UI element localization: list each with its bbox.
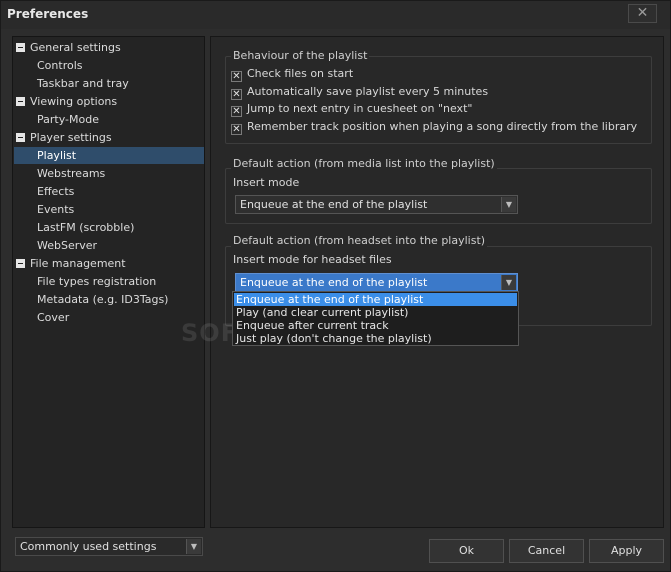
tree-item-viewing-options[interactable]: Viewing options bbox=[16, 93, 117, 110]
dropdown-option[interactable]: Enqueue at the end of the playlist bbox=[234, 293, 517, 306]
tree-item-file-types-registration[interactable]: File types registration bbox=[37, 273, 156, 290]
tree-item-lastfm[interactable]: LastFM (scrobble) bbox=[37, 219, 134, 236]
headset-mode-dropdown-list: Enqueue at the end of the playlist Play … bbox=[232, 291, 519, 346]
tree-item-metadata[interactable]: Metadata (e.g. ID3Tags) bbox=[37, 291, 168, 308]
tree-item-controls[interactable]: Controls bbox=[37, 57, 83, 74]
x-check-icon[interactable]: ✕ bbox=[231, 124, 242, 135]
title-bar: Preferences ✕ bbox=[1, 1, 670, 29]
tree-item-file-management[interactable]: File management bbox=[16, 255, 126, 272]
x-check-icon[interactable]: ✕ bbox=[231, 106, 242, 117]
media-action-group-title: Default action (from media list into the… bbox=[231, 157, 497, 170]
tree-item-player-settings[interactable]: Player settings bbox=[16, 129, 112, 146]
headset-insert-mode-select[interactable]: Enqueue at the end of the playlist ▼ bbox=[235, 273, 518, 292]
window-title: Preferences bbox=[7, 7, 89, 21]
tree-item-webserver[interactable]: WebServer bbox=[37, 237, 97, 254]
minus-box-icon[interactable] bbox=[16, 259, 25, 268]
behaviour-group-title: Behaviour of the playlist bbox=[231, 49, 370, 62]
ok-button[interactable]: Ok bbox=[429, 539, 504, 563]
tree-item-events[interactable]: Events bbox=[37, 201, 74, 218]
settings-tree: General settings Controls Taskbar and tr… bbox=[12, 36, 205, 528]
remember-track-position-row[interactable]: ✕ Remember track position when playing a … bbox=[231, 119, 637, 135]
insert-mode-select[interactable]: Enqueue at the end of the playlist ▼ bbox=[235, 195, 518, 214]
minus-box-icon[interactable] bbox=[16, 133, 25, 142]
tree-item-cover[interactable]: Cover bbox=[37, 309, 69, 326]
jump-cuesheet-row[interactable]: ✕ Jump to next entry in cuesheet on "next… bbox=[231, 101, 472, 117]
headset-action-group-title: Default action (from headset into the pl… bbox=[231, 234, 488, 247]
chevron-down-icon[interactable]: ▼ bbox=[186, 539, 201, 554]
tree-item-playlist[interactable]: Playlist bbox=[14, 147, 204, 164]
preferences-window: Preferences ✕ General settings Controls … bbox=[0, 0, 671, 572]
dropdown-option[interactable]: Just play (don't change the playlist) bbox=[234, 332, 517, 345]
tree-item-party-mode[interactable]: Party-Mode bbox=[37, 111, 99, 128]
minus-box-icon[interactable] bbox=[16, 43, 25, 52]
minus-box-icon[interactable] bbox=[16, 97, 25, 106]
insert-mode-label: Insert mode bbox=[233, 176, 300, 189]
tree-item-effects[interactable]: Effects bbox=[37, 183, 74, 200]
check-files-on-start-row[interactable]: ✕ Check files on start bbox=[231, 66, 353, 82]
headset-insert-mode-label: Insert mode for headset files bbox=[233, 253, 392, 266]
dropdown-option[interactable]: Enqueue after current track bbox=[234, 319, 517, 332]
commonly-used-settings-select[interactable]: Commonly used settings ▼ bbox=[15, 537, 203, 556]
tree-item-webstreams[interactable]: Webstreams bbox=[37, 165, 105, 182]
close-button[interactable]: ✕ bbox=[628, 4, 657, 23]
x-check-icon[interactable]: ✕ bbox=[231, 89, 242, 100]
dropdown-option[interactable]: Play (and clear current playlist) bbox=[234, 306, 517, 319]
settings-panel: Behaviour of the playlist ✕ Check files o… bbox=[210, 36, 664, 528]
tree-item-general-settings[interactable]: General settings bbox=[16, 39, 121, 56]
close-icon: ✕ bbox=[636, 5, 649, 21]
tree-item-taskbar-and-tray[interactable]: Taskbar and tray bbox=[37, 75, 129, 92]
chevron-down-icon[interactable]: ▼ bbox=[501, 197, 516, 212]
apply-button[interactable]: Apply bbox=[589, 539, 664, 563]
x-check-icon[interactable]: ✕ bbox=[231, 71, 242, 82]
cancel-button[interactable]: Cancel bbox=[509, 539, 584, 563]
chevron-down-icon[interactable]: ▼ bbox=[501, 275, 516, 290]
autosave-playlist-row[interactable]: ✕ Automatically save playlist every 5 min… bbox=[231, 84, 488, 100]
